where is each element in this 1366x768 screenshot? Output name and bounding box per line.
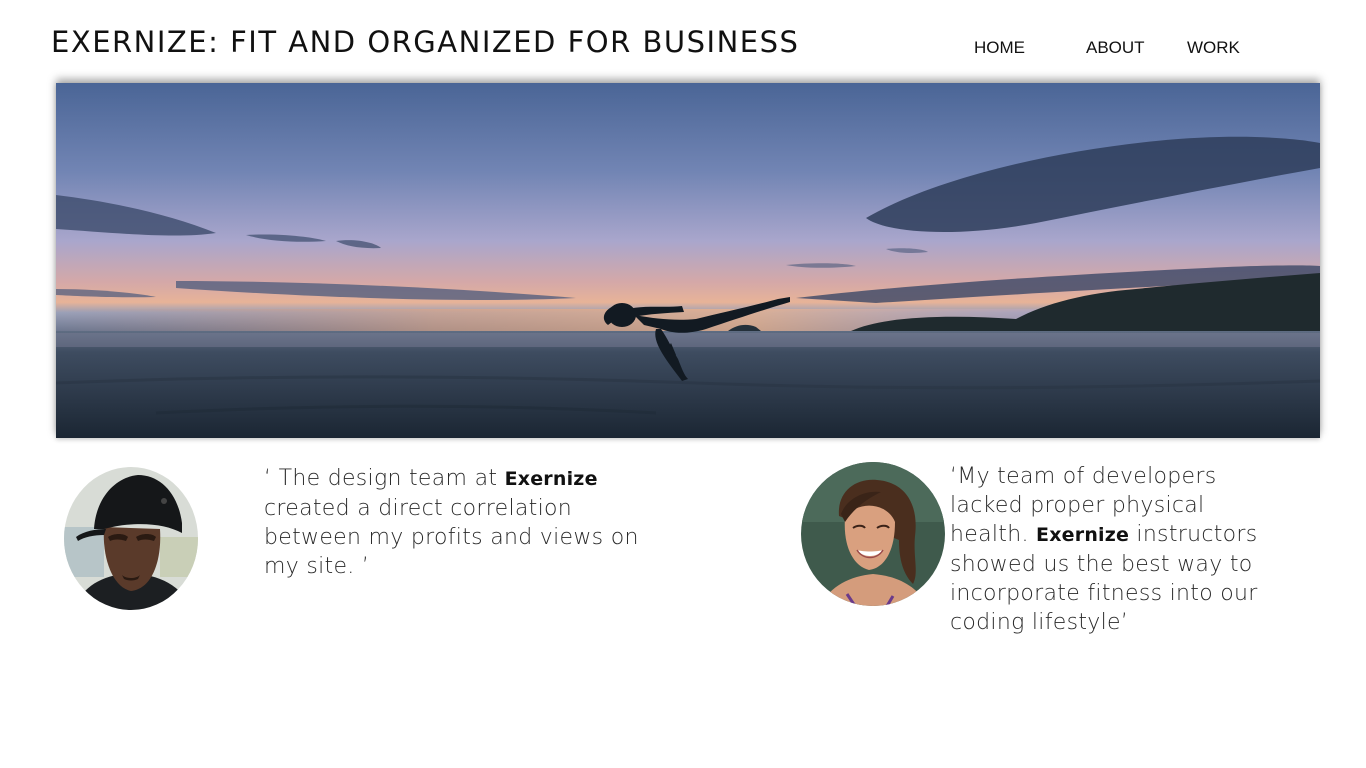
quote-1-rest: created a direct correlation between my … (264, 496, 639, 579)
nav-home-link[interactable]: HOME (974, 38, 1025, 58)
testimonial-quote-1: ‘ The design team at Exernize created a … (264, 464, 644, 581)
nav-work-link[interactable]: WORK (1187, 38, 1240, 58)
nav-about-link[interactable]: ABOUT (1086, 38, 1145, 58)
man-with-backwards-cap-avatar (64, 467, 198, 610)
smiling-woman-avatar (801, 462, 945, 606)
quote-1-brand: Exernize (504, 468, 598, 490)
site-title: EXERNIZE: FIT AND ORGANIZED FOR BUSINESS (51, 25, 800, 59)
hero-image (56, 83, 1320, 438)
quote-1-open: ‘ The design team at (264, 466, 505, 491)
testimonial-quote-2: ‘My team of developers lacked proper phy… (950, 462, 1260, 637)
quote-2-brand: Exernize (1036, 524, 1130, 546)
